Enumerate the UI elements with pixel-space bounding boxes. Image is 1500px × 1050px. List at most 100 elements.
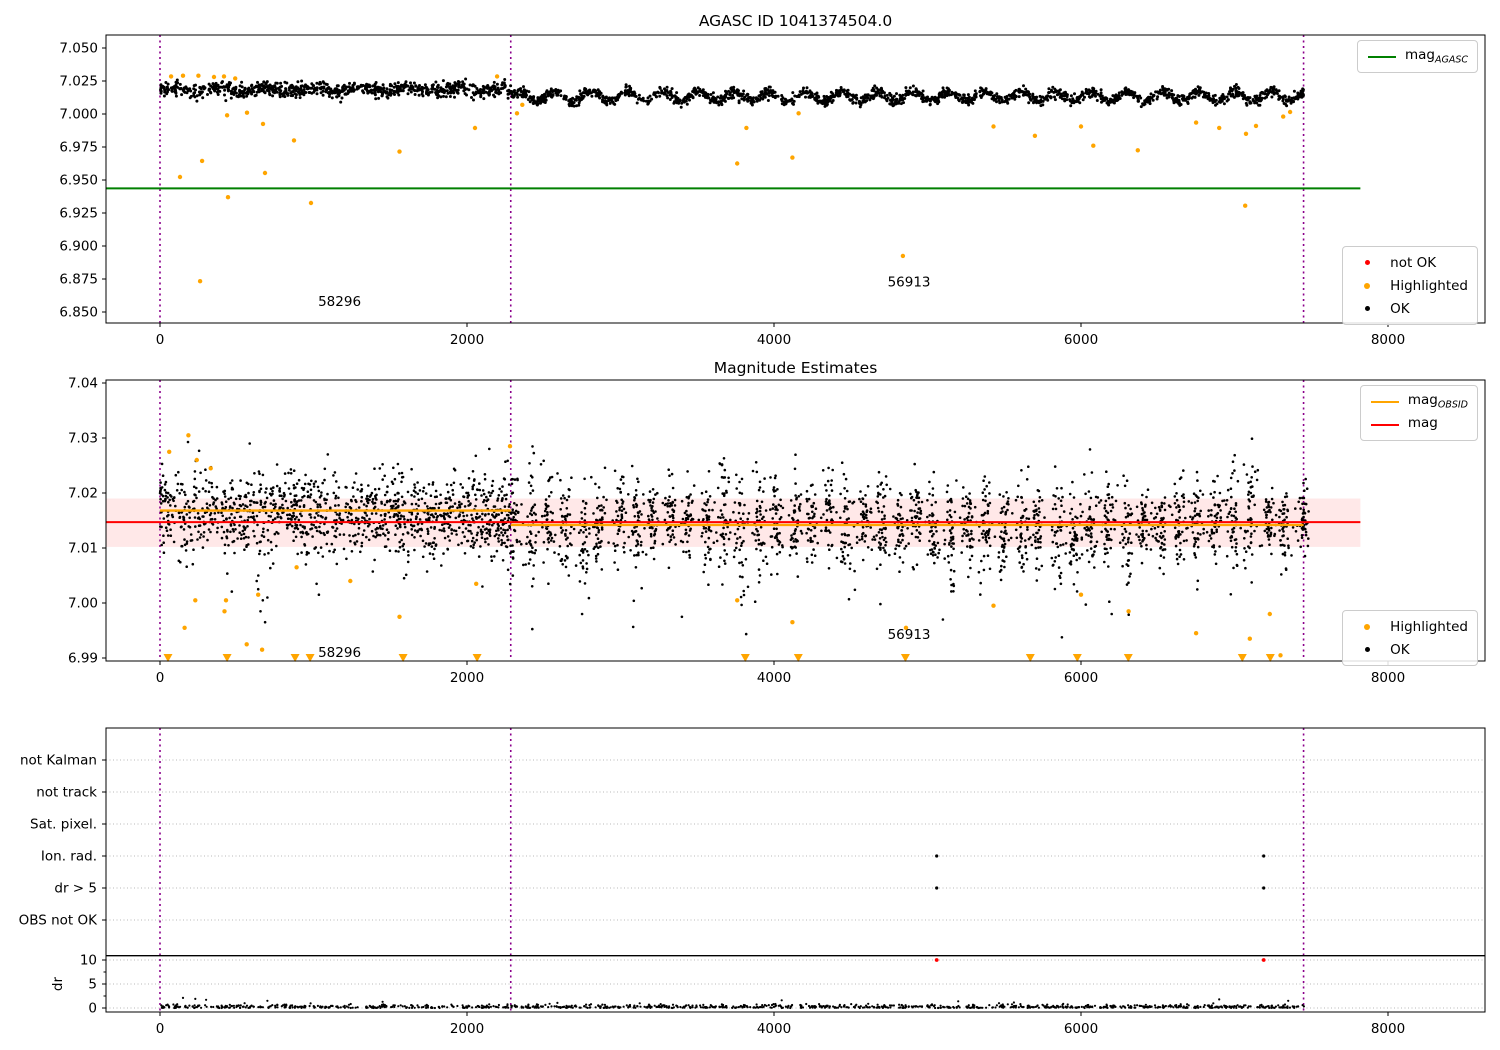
ok-point — [199, 533, 203, 536]
ok-point — [401, 533, 405, 536]
ok-point — [385, 87, 389, 91]
ok-point — [708, 101, 712, 105]
ok-point — [815, 91, 819, 95]
ok-point — [539, 463, 543, 466]
ok-point — [181, 483, 184, 486]
ok-point — [616, 501, 619, 504]
ok-point — [587, 596, 591, 600]
ok-point — [464, 77, 468, 81]
ok-point — [261, 88, 265, 92]
ok-point — [477, 555, 481, 558]
ok-point — [290, 90, 294, 94]
ok-point — [1023, 92, 1027, 96]
ok-point — [1161, 88, 1165, 92]
ok-point — [483, 477, 487, 481]
ok-point — [666, 502, 670, 505]
ok-point — [360, 541, 364, 545]
ok-point — [633, 526, 636, 529]
ok-point — [1229, 86, 1232, 90]
ok-point — [1241, 97, 1245, 101]
ok-point — [668, 540, 671, 544]
ok-point — [414, 502, 418, 506]
ok-point — [474, 454, 478, 458]
ok-point — [213, 518, 217, 521]
ok-point — [841, 541, 845, 544]
ok-point — [749, 100, 753, 104]
ok-point — [1099, 93, 1103, 97]
ok-point — [482, 97, 486, 101]
ok-point — [472, 479, 476, 482]
ok-point — [1287, 98, 1291, 101]
ok-point — [381, 478, 385, 481]
ok-point — [920, 500, 924, 504]
ok-point — [1047, 87, 1051, 91]
ok-point — [706, 545, 710, 549]
ok-point — [692, 90, 696, 94]
ok-point — [547, 504, 550, 508]
ok-point — [410, 528, 414, 531]
ok-point — [839, 492, 842, 496]
ok-point — [184, 549, 188, 552]
ok-point — [578, 553, 581, 557]
ok-point — [335, 480, 338, 483]
ok-point — [827, 543, 830, 547]
ok-point — [373, 488, 377, 491]
ok-point — [791, 91, 795, 95]
ok-point — [649, 546, 653, 550]
ok-point — [462, 514, 466, 518]
ok-point — [298, 96, 302, 100]
ok-point — [773, 476, 777, 480]
ok-point — [1094, 89, 1098, 93]
ok-point — [585, 550, 589, 553]
ok-point — [1259, 99, 1263, 103]
ok-point — [592, 512, 595, 515]
ok-point — [413, 93, 417, 96]
ok-point — [433, 507, 436, 510]
ok-point — [898, 570, 901, 573]
ok-point — [583, 512, 587, 516]
ok-point — [992, 97, 996, 101]
ok-point — [166, 90, 169, 94]
ok-point — [461, 82, 465, 86]
ok-point — [804, 95, 807, 99]
ok-point — [458, 526, 461, 529]
ok-point — [640, 586, 643, 590]
ok-point — [412, 524, 416, 528]
highlighted-point — [1243, 131, 1249, 136]
ok-point — [1201, 95, 1205, 99]
ok-point — [1253, 94, 1257, 98]
ok-point — [1231, 93, 1235, 96]
ok-point — [732, 555, 736, 559]
ok-point — [1231, 87, 1235, 91]
ok-point — [209, 84, 213, 88]
ok-point — [1027, 93, 1031, 97]
ok-point — [416, 481, 419, 484]
ok-point — [278, 85, 282, 89]
ok-point — [1042, 97, 1046, 100]
ok-point — [342, 547, 346, 551]
ok-point — [309, 488, 313, 492]
ok-point — [490, 555, 493, 558]
ok-point — [453, 502, 457, 505]
ok-point — [1063, 97, 1066, 101]
ok-point — [773, 536, 777, 540]
ok-point — [396, 462, 400, 466]
ok-point — [410, 533, 414, 537]
ok-point — [564, 529, 568, 532]
ok-point — [271, 94, 275, 98]
ok-point — [162, 551, 166, 554]
ok-point — [882, 488, 885, 491]
ok-point — [706, 498, 710, 501]
ok-point — [485, 527, 488, 530]
ok-point — [928, 514, 931, 517]
ok-point — [880, 531, 884, 535]
ok-point — [735, 88, 739, 92]
ok-point — [536, 96, 540, 100]
ok-point — [245, 545, 248, 548]
ok-point — [811, 510, 814, 514]
ok-point — [463, 505, 467, 508]
ok-point — [1285, 104, 1289, 108]
ok-point — [675, 99, 679, 102]
ok-point — [666, 511, 670, 514]
ok-point — [910, 495, 914, 499]
